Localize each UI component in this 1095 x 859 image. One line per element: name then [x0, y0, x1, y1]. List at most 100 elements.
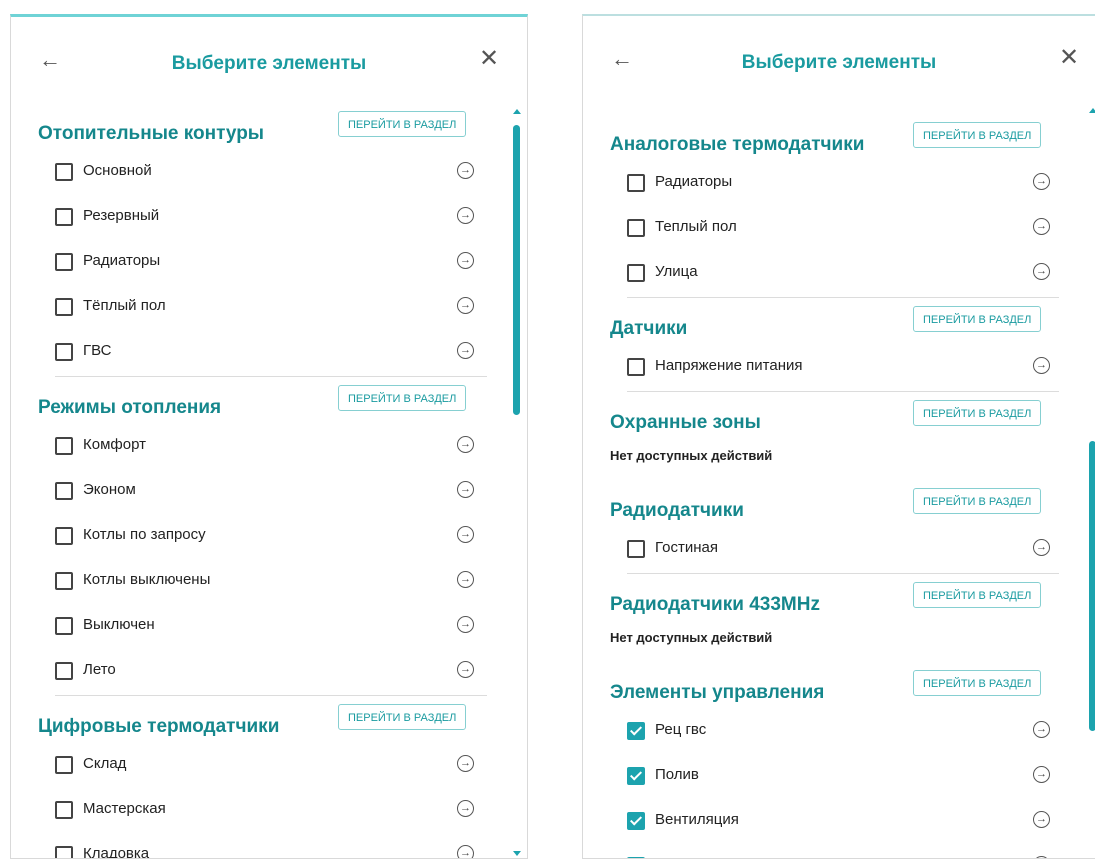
- list-item[interactable]: Кладовка →: [11, 840, 527, 858]
- go-to-section-button[interactable]: ПЕРЕЙТИ В РАЗДЕЛ: [338, 111, 467, 137]
- go-to-section-button[interactable]: ПЕРЕЙТИ В РАЗДЕЛ: [913, 400, 1042, 426]
- section-title: Отопительные контуры: [38, 123, 265, 144]
- section: Цифровые термодатчики ПЕРЕЙТИ В РАЗДЕЛ Скл…: [11, 702, 527, 858]
- scroll-down-arrow-icon[interactable]: [513, 851, 521, 856]
- arrow-circle-right-icon[interactable]: →: [457, 342, 474, 359]
- arrow-circle-right-icon[interactable]: →: [457, 252, 474, 269]
- section-title: Режимы отопления: [38, 397, 222, 418]
- go-to-section-button[interactable]: ПЕРЕЙТИ В РАЗДЕЛ: [913, 670, 1042, 696]
- item-checkbox[interactable]: [55, 343, 73, 361]
- scrollbar[interactable]: [1089, 108, 1095, 858]
- list-item[interactable]: Эконом →: [11, 476, 527, 521]
- list-item[interactable]: Котлы по запросу →: [11, 521, 527, 566]
- arrow-circle-right-icon[interactable]: →: [1033, 539, 1050, 556]
- arrow-circle-right-icon[interactable]: →: [457, 845, 474, 858]
- arrow-circle-right-icon[interactable]: →: [1033, 218, 1050, 235]
- arrow-circle-right-icon[interactable]: →: [457, 616, 474, 633]
- item-checkbox[interactable]: [627, 540, 645, 558]
- item-checkbox[interactable]: [55, 298, 73, 316]
- select-elements-dialog-right: ← Выберите элементы ✕ Аналоговые термода…: [582, 14, 1095, 859]
- item-checkbox[interactable]: [55, 756, 73, 774]
- arrow-circle-right-icon[interactable]: →: [457, 571, 474, 588]
- arrow-circle-right-icon[interactable]: →: [457, 526, 474, 543]
- arrow-circle-right-icon[interactable]: →: [1033, 173, 1050, 190]
- list-item[interactable]: Резервный →: [11, 202, 527, 247]
- item-checkbox[interactable]: [55, 572, 73, 590]
- section: Радиодатчики ПЕРЕЙТИ В РАЗДЕЛ Гостиная →: [583, 486, 1095, 574]
- item-checkbox[interactable]: [627, 722, 645, 740]
- arrow-circle-right-icon[interactable]: →: [457, 481, 474, 498]
- section-title: Охранные зоны: [610, 412, 761, 433]
- scroll-up-arrow-icon[interactable]: [1089, 108, 1095, 113]
- arrow-circle-right-icon[interactable]: →: [1033, 766, 1050, 783]
- section-header: Датчики ПЕРЕЙТИ В РАЗДЕЛ: [583, 304, 1095, 352]
- empty-note: Нет доступных действий: [583, 446, 1095, 486]
- arrow-circle-right-icon[interactable]: →: [1033, 357, 1050, 374]
- go-to-section-button[interactable]: ПЕРЕЙТИ В РАЗДЕЛ: [913, 488, 1042, 514]
- section-header: Аналоговые термодатчики ПЕРЕЙТИ В РАЗДЕЛ: [583, 120, 1095, 168]
- arrow-circle-right-icon[interactable]: →: [457, 436, 474, 453]
- list-item[interactable]: Мастерская →: [11, 795, 527, 840]
- list-item[interactable]: Комфорт →: [11, 431, 527, 476]
- arrow-circle-right-icon[interactable]: →: [457, 755, 474, 772]
- list-item[interactable]: Радиаторы →: [11, 247, 527, 292]
- list-item[interactable]: Склад →: [11, 750, 527, 795]
- go-to-section-button[interactable]: ПЕРЕЙТИ В РАЗДЕЛ: [913, 122, 1042, 148]
- section-title: Элементы управления: [610, 682, 825, 703]
- dialog-content: Аналоговые термодатчики ПЕРЕЙТИ В РАЗДЕЛ Р…: [583, 120, 1095, 858]
- list-item[interactable]: Защита от протечки→: [583, 851, 1095, 858]
- item-checkbox[interactable]: [55, 208, 73, 226]
- arrow-circle-right-icon[interactable]: →: [1033, 811, 1050, 828]
- list-item[interactable]: Радиаторы →: [583, 168, 1095, 213]
- arrow-circle-right-icon[interactable]: →: [1033, 263, 1050, 280]
- list-item[interactable]: Вентиляция →: [583, 806, 1095, 851]
- section-divider: [55, 376, 487, 377]
- dialog-header: ← Выберите элементы ✕: [11, 17, 527, 109]
- item-checkbox[interactable]: [55, 617, 73, 635]
- go-to-section-button[interactable]: ПЕРЕЙТИ В РАЗДЕЛ: [913, 306, 1042, 332]
- section-divider: [55, 695, 487, 696]
- close-icon[interactable]: ✕: [1059, 46, 1079, 70]
- arrow-circle-right-icon[interactable]: →: [457, 800, 474, 817]
- item-checkbox[interactable]: [627, 219, 645, 237]
- item-checkbox[interactable]: [55, 482, 73, 500]
- item-label: Улица: [655, 263, 698, 280]
- item-checkbox[interactable]: [627, 264, 645, 282]
- select-elements-dialog-left: ← Выберите элементы ✕ Отопительные конту…: [10, 14, 528, 859]
- list-item[interactable]: Полив →: [583, 761, 1095, 806]
- item-checkbox[interactable]: [627, 767, 645, 785]
- scrollbar-thumb[interactable]: [1089, 441, 1095, 731]
- list-item[interactable]: Выключен →: [11, 611, 527, 656]
- item-label: Выключен: [83, 616, 155, 633]
- arrow-circle-right-icon[interactable]: →: [457, 297, 474, 314]
- item-checkbox[interactable]: [55, 846, 73, 858]
- go-to-section-button[interactable]: ПЕРЕЙТИ В РАЗДЕЛ: [338, 704, 467, 730]
- scrollbar-thumb[interactable]: [513, 125, 520, 415]
- go-to-section-button[interactable]: ПЕРЕЙТИ В РАЗДЕЛ: [913, 582, 1042, 608]
- item-checkbox[interactable]: [55, 662, 73, 680]
- item-label: Рец гвс: [655, 721, 707, 738]
- item-label: Радиаторы: [655, 173, 733, 190]
- arrow-circle-right-icon[interactable]: →: [1033, 721, 1050, 738]
- scrollbar[interactable]: [513, 109, 521, 858]
- go-to-section-button[interactable]: ПЕРЕЙТИ В РАЗДЕЛ: [338, 385, 467, 411]
- item-checkbox[interactable]: [55, 437, 73, 455]
- item-checkbox[interactable]: [55, 253, 73, 271]
- scroll-up-arrow-icon[interactable]: [513, 109, 521, 114]
- item-checkbox[interactable]: [627, 174, 645, 192]
- arrow-circle-right-icon[interactable]: →: [457, 162, 474, 179]
- item-checkbox[interactable]: [627, 812, 645, 830]
- list-item[interactable]: Рец гвс →: [583, 716, 1095, 761]
- close-icon[interactable]: ✕: [479, 47, 499, 71]
- item-checkbox[interactable]: [627, 358, 645, 376]
- section: Датчики ПЕРЕЙТИ В РАЗДЕЛ Напряжение питани…: [583, 304, 1095, 392]
- list-item[interactable]: Тёплый пол →: [11, 292, 527, 337]
- list-item[interactable]: Основной →: [11, 157, 527, 202]
- item-checkbox[interactable]: [55, 163, 73, 181]
- list-item[interactable]: Котлы выключены →: [11, 566, 527, 611]
- arrow-circle-right-icon[interactable]: →: [457, 661, 474, 678]
- arrow-circle-right-icon[interactable]: →: [457, 207, 474, 224]
- list-item[interactable]: Теплый пол →: [583, 213, 1095, 258]
- item-checkbox[interactable]: [55, 801, 73, 819]
- item-checkbox[interactable]: [55, 527, 73, 545]
